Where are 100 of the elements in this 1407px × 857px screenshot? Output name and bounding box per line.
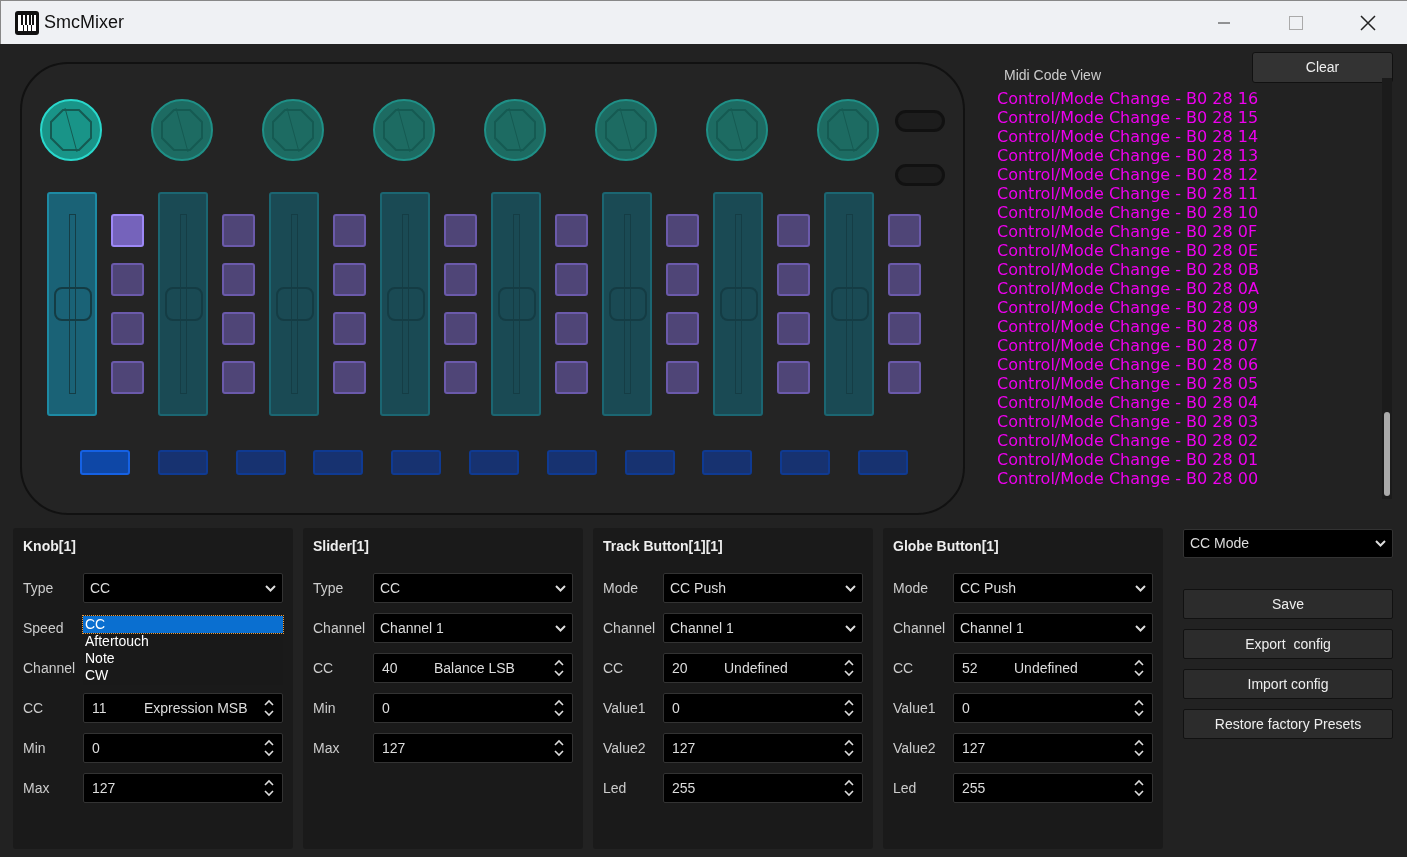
fader[interactable] (47, 192, 97, 416)
spin-arrows-icon[interactable] (554, 699, 564, 717)
transport-button[interactable] (624, 450, 675, 475)
number-spinbox[interactable]: 0 (663, 693, 863, 723)
spin-arrows-icon[interactable] (554, 659, 564, 677)
number-spinbox[interactable]: 40 Balance LSB (373, 653, 573, 683)
pad-button[interactable] (555, 361, 588, 394)
pad-button[interactable] (111, 214, 144, 247)
action-button[interactable]: Restore factory Presets (1183, 709, 1393, 739)
spin-arrows-icon[interactable] (1134, 779, 1144, 797)
dropdown-option[interactable]: CC (83, 616, 283, 633)
maximize-icon[interactable] (1289, 15, 1303, 30)
close-icon[interactable] (1360, 14, 1376, 31)
number-spinbox[interactable]: 11 Expression MSB (83, 693, 283, 723)
dropdown-option[interactable]: Aftertouch (83, 633, 283, 650)
pad-button[interactable] (444, 214, 477, 247)
spin-arrows-icon[interactable] (264, 739, 274, 757)
pad-button[interactable] (222, 361, 255, 394)
pad-button[interactable] (222, 214, 255, 247)
number-spinbox[interactable]: 127 (663, 733, 863, 763)
number-spinbox[interactable]: 0 (83, 733, 283, 763)
fader[interactable] (491, 192, 541, 416)
spin-arrows-icon[interactable] (1134, 659, 1144, 677)
pad-button[interactable] (888, 214, 921, 247)
pad-button[interactable] (222, 263, 255, 296)
pad-button[interactable] (333, 263, 366, 296)
pad-button[interactable] (777, 263, 810, 296)
transport-button[interactable] (546, 450, 597, 475)
pad-button[interactable] (333, 361, 366, 394)
number-spinbox[interactable]: 127 (373, 733, 573, 763)
knob[interactable] (594, 98, 658, 162)
action-button[interactable]: Save (1183, 589, 1393, 619)
number-spinbox[interactable]: 127 (953, 733, 1153, 763)
number-spinbox[interactable]: 0 (373, 693, 573, 723)
pad-button[interactable] (333, 312, 366, 345)
transport-button[interactable] (469, 450, 519, 475)
pad-button[interactable] (111, 312, 144, 345)
pad-button[interactable] (666, 361, 699, 394)
pad-button[interactable] (777, 361, 810, 394)
transport-button[interactable] (313, 450, 364, 475)
transport-button[interactable] (780, 450, 831, 475)
knob[interactable] (261, 98, 325, 162)
fader[interactable] (602, 192, 652, 416)
transport-button[interactable] (157, 450, 208, 475)
pad-button[interactable] (666, 312, 699, 345)
mode-select[interactable]: CC Mode (1183, 529, 1393, 558)
scrollbar[interactable] (1382, 78, 1392, 499)
dropdown-field[interactable]: Channel 1 (953, 613, 1153, 643)
pad-button[interactable] (666, 263, 699, 296)
dropdown-field[interactable]: Channel 1 (663, 613, 863, 643)
action-button[interactable]: Export config (1183, 629, 1393, 659)
action-button[interactable]: Import config (1183, 669, 1393, 699)
number-spinbox[interactable]: 0 (953, 693, 1153, 723)
pad-button[interactable] (333, 214, 366, 247)
dropdown-field[interactable]: CC (373, 573, 573, 603)
spin-arrows-icon[interactable] (844, 659, 854, 677)
spin-arrows-icon[interactable] (1134, 699, 1144, 717)
dropdown-option[interactable]: CW (83, 667, 283, 684)
transport-button[interactable] (858, 450, 908, 475)
number-spinbox[interactable]: 255 (953, 773, 1153, 803)
knob[interactable] (483, 98, 547, 162)
number-spinbox[interactable]: 20 Undefined (663, 653, 863, 683)
pad-button[interactable] (444, 263, 477, 296)
spin-arrows-icon[interactable] (844, 739, 854, 757)
number-spinbox[interactable]: 255 (663, 773, 863, 803)
spin-arrows-icon[interactable] (264, 699, 274, 717)
pad-button[interactable] (888, 263, 921, 296)
pad-button[interactable] (111, 263, 144, 296)
clear-button[interactable]: Clear (1252, 52, 1393, 83)
spin-arrows-icon[interactable] (554, 739, 564, 757)
dropdown-field[interactable]: CC Push (663, 573, 863, 603)
transport-button[interactable] (702, 450, 753, 475)
number-spinbox[interactable]: 52 Undefined (953, 653, 1153, 683)
fader[interactable] (713, 192, 763, 416)
pad-button[interactable] (555, 312, 588, 345)
knob[interactable] (372, 98, 436, 162)
fader[interactable] (380, 192, 430, 416)
knob[interactable] (705, 98, 769, 162)
pad-button[interactable] (777, 312, 810, 345)
number-spinbox[interactable]: 127 (83, 773, 283, 803)
transport-button[interactable] (391, 450, 442, 475)
pad-button[interactable] (777, 214, 810, 247)
dropdown-field[interactable]: CC (83, 573, 283, 603)
fader[interactable] (158, 192, 208, 416)
pad-button[interactable] (555, 263, 588, 296)
dropdown-field[interactable]: Channel 1 (373, 613, 573, 643)
pad-button[interactable] (888, 312, 921, 345)
knob[interactable] (150, 98, 214, 162)
dropdown-option[interactable]: Note (83, 650, 283, 667)
pad-button[interactable] (666, 214, 699, 247)
spin-arrows-icon[interactable] (1134, 739, 1144, 757)
pad-button[interactable] (888, 361, 921, 394)
pad-button[interactable] (444, 361, 477, 394)
spin-arrows-icon[interactable] (844, 699, 854, 717)
spin-arrows-icon[interactable] (264, 779, 274, 797)
knob[interactable] (39, 98, 103, 162)
pad-button[interactable] (555, 214, 588, 247)
pad-button[interactable] (111, 361, 144, 394)
pad-button[interactable] (222, 312, 255, 345)
fader[interactable] (824, 192, 874, 416)
